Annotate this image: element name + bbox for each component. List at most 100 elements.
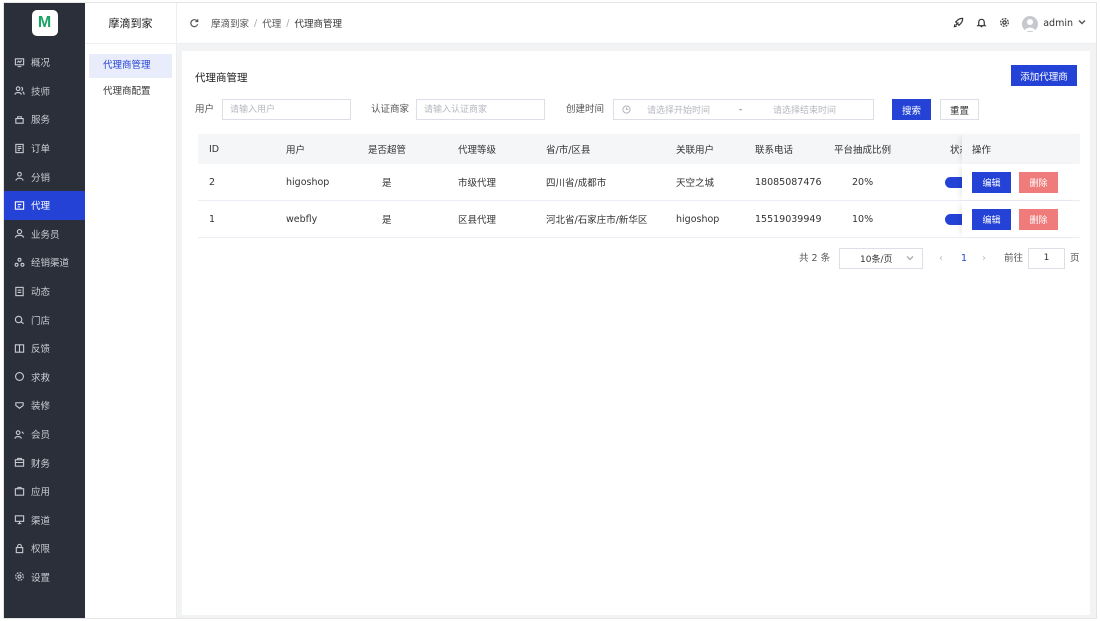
sidebar-item-1[interactable]: 技师 [4, 77, 85, 106]
app-frame: M 概况 技师 服务 订单 分销 代理 业务员 经销渠道 动态 门店 反馈 求救 装修 会员 财务 应用 渠道权… [3, 2, 1097, 619]
prev-page-icon[interactable]: ‹ [939, 248, 943, 269]
apps-icon [14, 486, 25, 497]
sidebar-item-10[interactable]: 反馈 [4, 334, 85, 363]
sidebar-item-label: 代理 [31, 201, 51, 213]
agents-table: ID 用户 是否超管 代理等级 省/市/区县 关联用户 联系电话 平台抽成比例 … [198, 134, 1080, 238]
channel-icon [14, 257, 25, 268]
delete-button[interactable]: 删除 [1019, 172, 1058, 193]
sidebar-item-label: 技师 [31, 86, 51, 98]
sidebar-item-8[interactable]: 动态 [4, 277, 85, 306]
screen-icon [14, 514, 25, 525]
breadcrumb-current: 代理商管理 [294, 19, 342, 30]
column-header-region: 省/市/区县 [546, 145, 591, 156]
table-row: 1 webfly 是 区县代理 河北省/石家庄市/新华区 higoshop 15… [198, 201, 1080, 238]
cell-super: 是 [382, 178, 392, 189]
fixed-actions-header: 操作 [962, 134, 1080, 164]
sidebar-item-16[interactable]: 渠道 [4, 506, 85, 535]
cell-id: 2 [209, 176, 216, 188]
cell-ratio: 10% [852, 213, 874, 225]
breadcrumb-agent[interactable]: 代理 [262, 16, 281, 30]
chevron-down-icon [1078, 18, 1086, 29]
edit-button[interactable]: 编辑 [972, 172, 1011, 193]
cell-id: 1 [209, 213, 216, 225]
sidebar-item-2[interactable]: 服务 [4, 105, 85, 134]
sidebar-item-label: 动态 [31, 287, 51, 299]
sidebar-item-label: 会员 [31, 430, 51, 442]
sidebar-item-7[interactable]: 经销渠道 [4, 248, 85, 277]
sidebar-item-14[interactable]: 财务 [4, 448, 85, 477]
refresh-icon[interactable] [189, 18, 199, 28]
avatar [1022, 15, 1039, 32]
column-header-linked: 关联用户 [676, 145, 715, 156]
end-date-input[interactable]: 请选择结束时间 [773, 103, 836, 116]
user-input[interactable] [222, 99, 351, 120]
sub-sidebar: 摩滴到家 代理商管理 代理商配置 [85, 3, 177, 618]
delete-button[interactable]: 删除 [1019, 209, 1058, 230]
cell-linked-user: 天空之城 [676, 178, 715, 189]
sidebar-item-label: 订单 [31, 144, 51, 156]
time-filter-label: 创建时间 [566, 104, 605, 115]
reset-button[interactable]: 重置 [940, 99, 979, 120]
row-actions: 编辑 删除 [962, 164, 1080, 200]
edit-button[interactable]: 编辑 [972, 209, 1011, 230]
column-header-user: 用户 [286, 145, 306, 156]
gear-icon[interactable] [999, 17, 1010, 31]
sidebar-item-label: 渠道 [31, 515, 51, 527]
date-range-picker[interactable]: 请选择开始时间 - 请选择结束时间 [613, 99, 874, 120]
main-sidebar: M 概况技师服务订单分销代理业务员 经销渠道动态门店 反馈 求救 装修会员财务应用渠道权… [4, 3, 85, 618]
sidebar-item-15[interactable]: 应用 [4, 477, 85, 506]
sidebar-item-label: 概况 [31, 58, 51, 70]
sidebar-item-label: 服务 [31, 115, 51, 127]
merchant-filter-label: 认证商家 [371, 104, 410, 115]
sidebar-item-12[interactable]: 装修 [4, 391, 85, 420]
add-agent-button[interactable]: 添加代理商 [1011, 65, 1077, 86]
app-logo[interactable]: M [31, 10, 58, 36]
user-filter-label: 用户 [195, 104, 215, 115]
help-icon [14, 371, 25, 382]
sidebar-item-17[interactable]: 权限 [4, 534, 85, 563]
sidebar-item-6[interactable]: 业务员 [4, 220, 85, 249]
top-header: 摩滴到家 / 代理 / 代理商管理 admin [177, 3, 1096, 44]
cell-region: 河北省/石家庄市/新华区 [546, 215, 648, 226]
submenu-item-agent-management[interactable]: 代理商管理 [89, 54, 172, 78]
row-actions: 编辑 删除 [962, 201, 1080, 237]
sidebar-item-4[interactable]: 分销 [4, 162, 85, 191]
sidebar-item-13[interactable]: 会员 [4, 420, 85, 449]
merchant-input[interactable] [416, 99, 545, 120]
next-page-icon[interactable]: › [982, 248, 986, 269]
chevron-down-icon [906, 254, 914, 265]
cell-phone: 18085087476 [755, 176, 822, 188]
search-button[interactable]: 搜索 [892, 99, 931, 120]
breadcrumb-home[interactable]: 摩滴到家 [211, 16, 249, 30]
feedback-icon [14, 343, 25, 354]
bell-icon[interactable] [976, 17, 987, 31]
cell-region: 四川省/成都市 [546, 178, 607, 189]
filter-bar: 用户 认证商家 创建时间 请选择开始时间 - 请选择结束时间 搜索 重置 [195, 99, 1075, 120]
start-date-input[interactable]: 请选择开始时间 [647, 103, 739, 116]
user-menu[interactable]: admin [1022, 15, 1086, 32]
goto-page-input[interactable]: 1 [1028, 248, 1065, 269]
range-separator: - [739, 104, 743, 115]
content-card: 代理商管理 添加代理商 用户 认证商家 创建时间 请选择开始时间 - 请选择结束… [182, 51, 1090, 615]
agent-icon [14, 200, 25, 211]
finance-icon [14, 457, 25, 468]
sidebar-item-label: 应用 [31, 487, 51, 499]
sidebar-item-18[interactable]: 设置 [4, 563, 85, 592]
news-icon [14, 286, 25, 297]
submenu-item-agent-config[interactable]: 代理商配置 [89, 80, 172, 104]
rocket-icon[interactable] [953, 17, 964, 31]
page-size-select[interactable]: 10条/页 [839, 248, 923, 269]
sub-menu: 代理商管理 代理商配置 [85, 54, 176, 104]
column-header-ratio: 平台抽成比例 [834, 145, 892, 156]
pagination: 共 2 条 10条/页 ‹ 1 › 前往 1 页 [182, 248, 1090, 269]
sidebar-item-11[interactable]: 求救 [4, 363, 85, 392]
page-number-current[interactable]: 1 [961, 248, 967, 269]
sidebar-item-label: 设置 [31, 572, 51, 584]
sidebar-item-3[interactable]: 订单 [4, 134, 85, 163]
sidebar-item-5[interactable]: 代理 [4, 190, 85, 220]
sidebar-item-label: 权限 [31, 544, 51, 556]
sidebar-item-9[interactable]: 门店 [4, 305, 85, 334]
sidebar-item-0[interactable]: 概况 [4, 48, 85, 77]
table-header: ID 用户 是否超管 代理等级 省/市/区县 关联用户 联系电话 平台抽成比例 … [198, 134, 1080, 164]
page-suffix: 页 [1070, 253, 1080, 264]
